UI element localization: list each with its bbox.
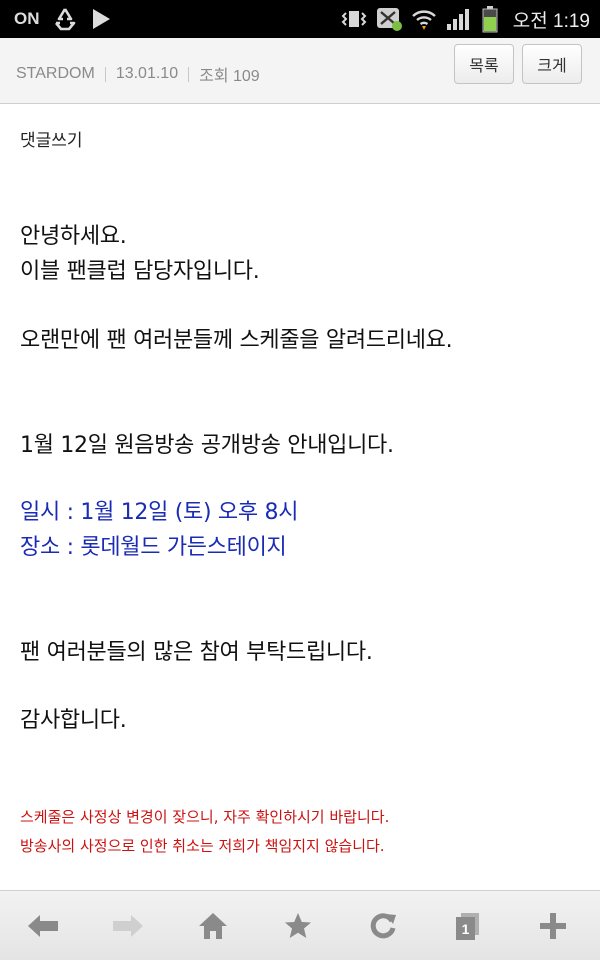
enlarge-text-button[interactable]: 크게 (522, 44, 582, 84)
article-meta: STARDOM 13.01.10 조회 109 (16, 62, 260, 86)
refresh-icon (370, 913, 396, 939)
play-icon (92, 9, 110, 29)
browser-toolbar: 1 (0, 890, 600, 960)
windows-button[interactable]: 1 (428, 891, 508, 960)
event-datetime-line: 일시 : 1월 12일 (토) 오후 8시 (20, 500, 299, 525)
thanks-line: 감사합니다. (20, 708, 127, 733)
view-count: 조회 109 (199, 68, 260, 85)
greeting-line: 안녕하세요. (20, 224, 127, 249)
battery-icon (482, 6, 498, 33)
bookmark-star-icon (285, 913, 311, 938)
board-name: STARDOM (16, 65, 95, 82)
write-comment-link[interactable]: 댓글쓰기 (20, 126, 83, 151)
vibrate-icon (341, 11, 367, 27)
body-line: 오랜만에 팬 여러분들께 스케줄을 알려드리네요. (20, 328, 453, 353)
home-button[interactable] (173, 891, 253, 960)
forward-button[interactable] (88, 891, 168, 960)
post-date: 13.01.10 (115, 65, 179, 82)
add-window-button[interactable] (513, 891, 593, 960)
back-icon (28, 915, 58, 937)
recycle-icon (54, 8, 75, 31)
back-button[interactable] (3, 891, 83, 960)
list-button[interactable]: 목록 (454, 44, 514, 84)
notice-line: 방송사의 사정으로 인한 취소는 저희가 책임지지 않습니다. (20, 837, 385, 855)
carrier-text: ON (14, 9, 40, 28)
home-icon (199, 913, 227, 939)
refresh-button[interactable] (343, 891, 423, 960)
notice-line: 스케줄은 사정상 변경이 잦으니, 자주 확인하시기 바랍니다. (20, 808, 390, 826)
event-venue-line: 장소 : 롯데월드 가든스테이지 (20, 535, 287, 560)
wifi-icon (411, 10, 436, 30)
request-line: 팬 여러분들의 많은 참여 부탁드립니다. (20, 640, 373, 665)
signal-icon (446, 9, 469, 30)
windows-icon: 1 (456, 913, 479, 940)
meta-divider (104, 66, 106, 82)
clock-time: 오전 1:19 (512, 10, 590, 32)
sync-icon (376, 8, 402, 31)
window-count: 1 (462, 921, 470, 937)
bookmark-button[interactable] (258, 891, 338, 960)
meta-divider (188, 66, 190, 82)
status-bar: ON 오전 1:19 (0, 0, 600, 38)
announcement-line: 1월 12일 원음방송 공개방송 안내입니다. (20, 433, 394, 458)
forward-icon (113, 915, 143, 937)
intro-line: 이블 팬클럽 담당자입니다. (20, 259, 260, 284)
add-icon (540, 913, 566, 939)
article-header: STARDOM 13.01.10 조회 109 목록 크게 (0, 38, 600, 104)
